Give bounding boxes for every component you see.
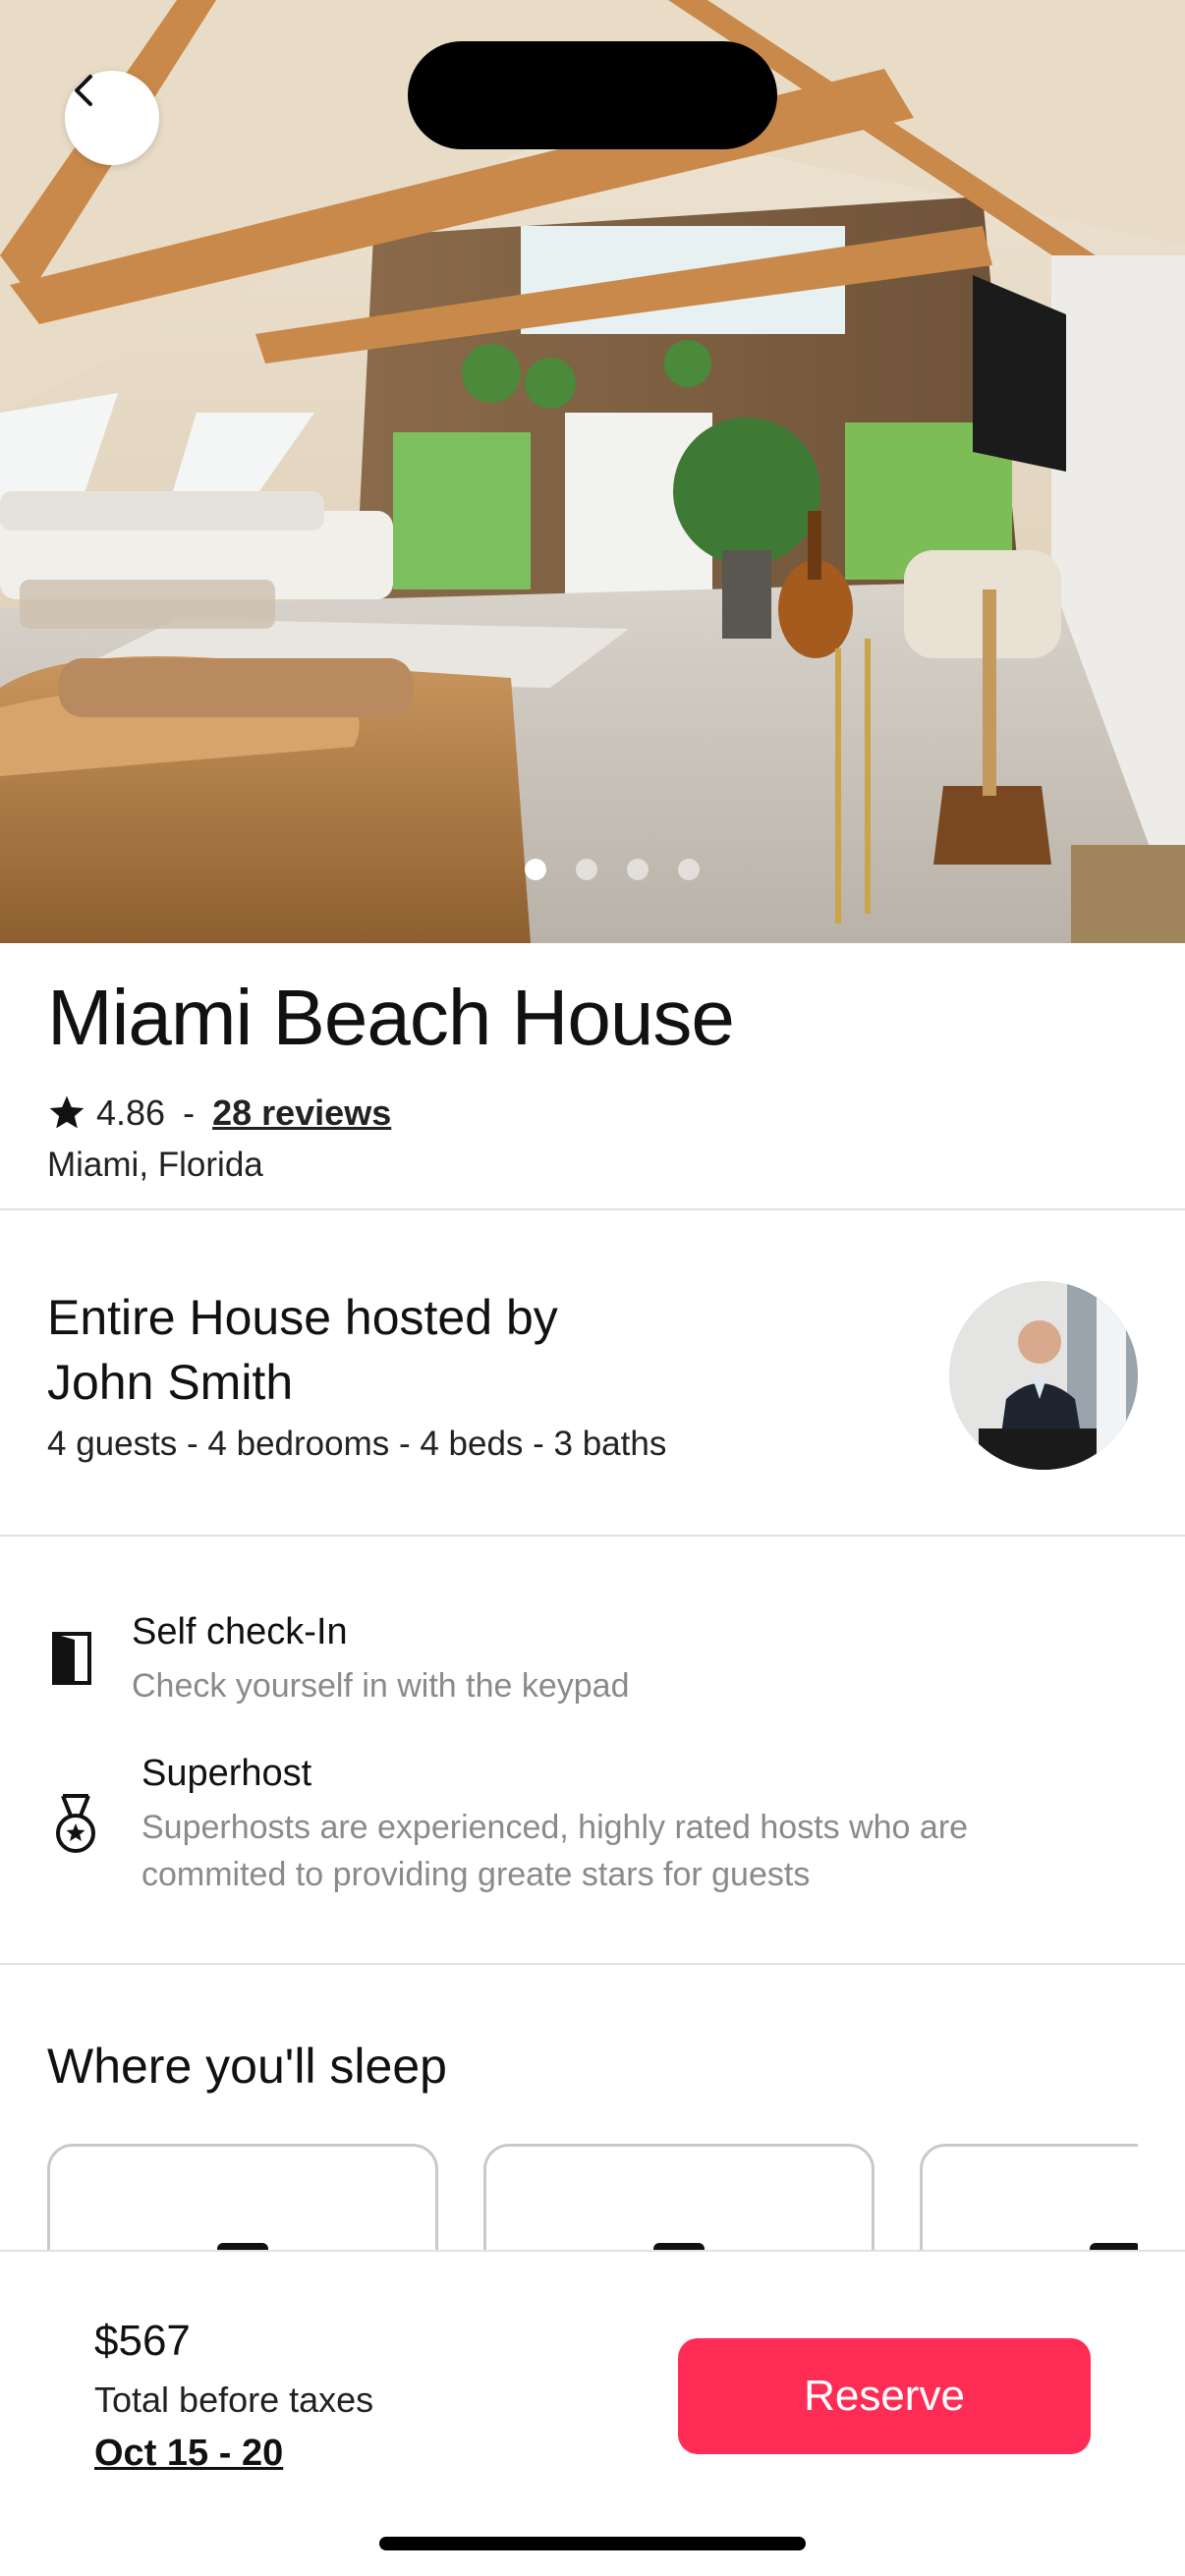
home-indicator[interactable] (379, 2537, 806, 2550)
bedroom-carousel[interactable] (0, 2144, 1138, 2252)
reservation-bar: $567 Total before taxes Oct 15 - 20 Rese… (0, 2250, 1185, 2576)
total-price: $567 (94, 2317, 191, 2365)
host-photo (949, 1281, 1138, 1470)
reserve-button[interactable]: Reserve (678, 2338, 1091, 2454)
feature-title: Superhost (141, 1753, 312, 1794)
door-icon (52, 1632, 91, 1685)
carousel-dot[interactable] (525, 859, 546, 880)
dynamic-island (408, 41, 777, 149)
chevron-left-icon (75, 75, 92, 106)
host-title: Entire House hosted by John Smith (47, 1290, 558, 1410)
carousel-page-indicator (0, 859, 1185, 880)
bedroom-card[interactable] (483, 2144, 875, 2252)
host-avatar[interactable] (949, 1281, 1138, 1470)
medal-icon (56, 1794, 95, 1853)
bedroom-card[interactable] (920, 2144, 1138, 2252)
listing-photo-carousel[interactable] (0, 0, 1185, 943)
bedroom-card[interactable] (47, 2144, 438, 2252)
divider (0, 1208, 1185, 1210)
carousel-dot[interactable] (627, 859, 649, 880)
feature-description: Superhosts are experienced, highly rated… (141, 1809, 969, 1893)
feature-title: Self check-In (132, 1611, 348, 1652)
date-range-link[interactable]: Oct 15 - 20 (94, 2433, 283, 2475)
feature-description: Check yourself in with the keypad (132, 1667, 630, 1705)
carousel-dot[interactable] (678, 859, 700, 880)
rating-separator: - (183, 1092, 196, 1133)
reviews-link[interactable]: 28 reviews (212, 1092, 391, 1134)
divider (0, 1535, 1185, 1537)
rating-row: 4.86 - 28 reviews (47, 1092, 391, 1134)
rating-value: 4.86 (96, 1092, 166, 1133)
listing-title: Miami Beach House (47, 974, 735, 1061)
star-icon (49, 1095, 85, 1129)
back-button[interactable] (65, 71, 159, 165)
price-note: Total before taxes (94, 2380, 374, 2420)
host-details: 4 guests - 4 bedrooms - 4 beds - 3 baths (47, 1425, 667, 1463)
divider (0, 1963, 1185, 1965)
carousel-dot[interactable] (576, 859, 597, 880)
listing-location: Miami, Florida (47, 1146, 263, 1184)
section-title: Where you'll sleep (47, 2039, 447, 2094)
